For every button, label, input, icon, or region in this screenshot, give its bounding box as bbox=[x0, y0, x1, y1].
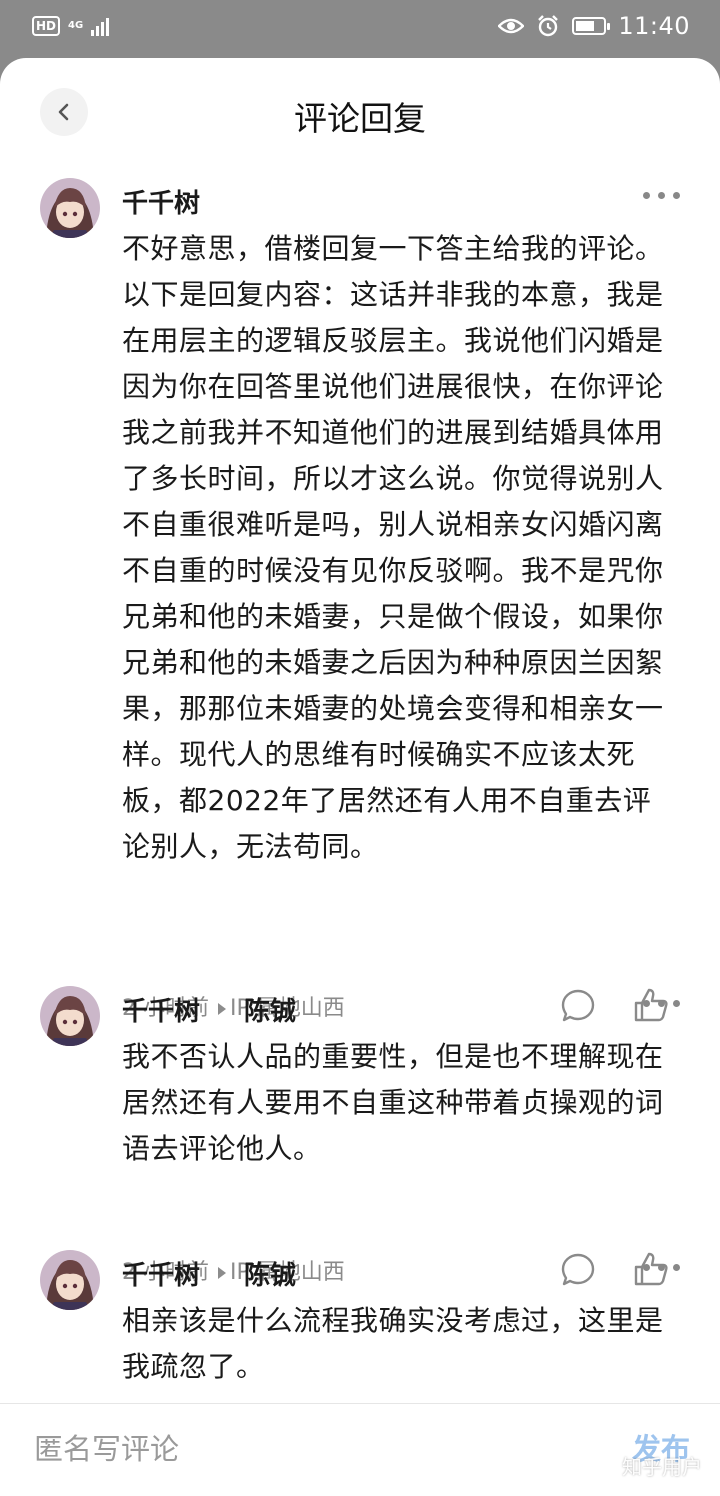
dot bbox=[643, 1264, 650, 1271]
author-name[interactable]: 千千树 bbox=[122, 183, 200, 220]
reply-to-arrow-icon bbox=[218, 1267, 227, 1279]
dot bbox=[658, 1000, 665, 1007]
dot bbox=[643, 1000, 650, 1007]
author-name[interactable]: 千千树 bbox=[122, 991, 200, 1028]
network-type: 4G bbox=[68, 20, 84, 31]
battery-icon bbox=[572, 17, 611, 35]
comment-input[interactable]: 匿名写评论 bbox=[34, 1426, 179, 1468]
avatar[interactable] bbox=[40, 986, 100, 1046]
dot bbox=[658, 1264, 665, 1271]
alarm-icon bbox=[538, 15, 559, 37]
header: 评论回复 bbox=[0, 58, 720, 170]
hd-badge: HD bbox=[32, 16, 61, 36]
author-row: 千千树 陈铖 bbox=[122, 991, 296, 1028]
dot bbox=[673, 1264, 680, 1271]
watermark: 知乎用户 bbox=[622, 1455, 702, 1479]
reply-icon[interactable] bbox=[560, 988, 596, 1024]
reply-to-name[interactable]: 陈铖 bbox=[244, 1255, 296, 1292]
more-options-button[interactable] bbox=[643, 1264, 680, 1271]
author-row: 千千树 陈铖 bbox=[122, 1255, 296, 1292]
status-right: 11:40 bbox=[498, 12, 690, 40]
author-name[interactable]: 千千树 bbox=[122, 1255, 200, 1292]
page-title: 评论回复 bbox=[294, 99, 426, 138]
dot bbox=[673, 192, 680, 199]
comment-content: 我不否认人品的重要性，但是也不理解现在居然还有人要用不自重这种带着贞操观的词语去… bbox=[122, 1040, 664, 1165]
comment-content: 不好意思，借楼回复一下答主给我的评论。以下是回复内容：这话并非我的本意，我是在用… bbox=[122, 232, 664, 863]
reply-to-name[interactable]: 陈铖 bbox=[244, 991, 296, 1028]
reply-to-arrow-icon bbox=[218, 1003, 227, 1015]
avatar[interactable] bbox=[40, 1250, 100, 1310]
comment-content: 相亲该是什么流程我确实没考虑过，这里是我疏忽了。 bbox=[122, 1304, 664, 1383]
avatar[interactable] bbox=[40, 178, 100, 238]
more-options-button[interactable] bbox=[643, 1000, 680, 1007]
reply-icon[interactable] bbox=[560, 1252, 596, 1288]
dot bbox=[643, 192, 650, 199]
comment-reply-sheet: 评论回复 千千树 不好意思，借楼回复一下答主给我的评论。以下是回复内容：这话并非… bbox=[0, 58, 720, 1496]
clock: 11:40 bbox=[618, 12, 690, 40]
status-left: HD 4G bbox=[32, 16, 110, 36]
compose-bar: 匿名写评论 发布 知乎用户 bbox=[0, 1403, 720, 1496]
dot bbox=[658, 192, 665, 199]
eye-icon bbox=[498, 18, 525, 34]
status-bar: HD 4G 11:40 bbox=[0, 0, 720, 56]
dot bbox=[673, 1000, 680, 1007]
author-row: 千千树 bbox=[122, 183, 200, 220]
more-options-button[interactable] bbox=[643, 192, 680, 199]
signal-icon bbox=[91, 16, 110, 36]
